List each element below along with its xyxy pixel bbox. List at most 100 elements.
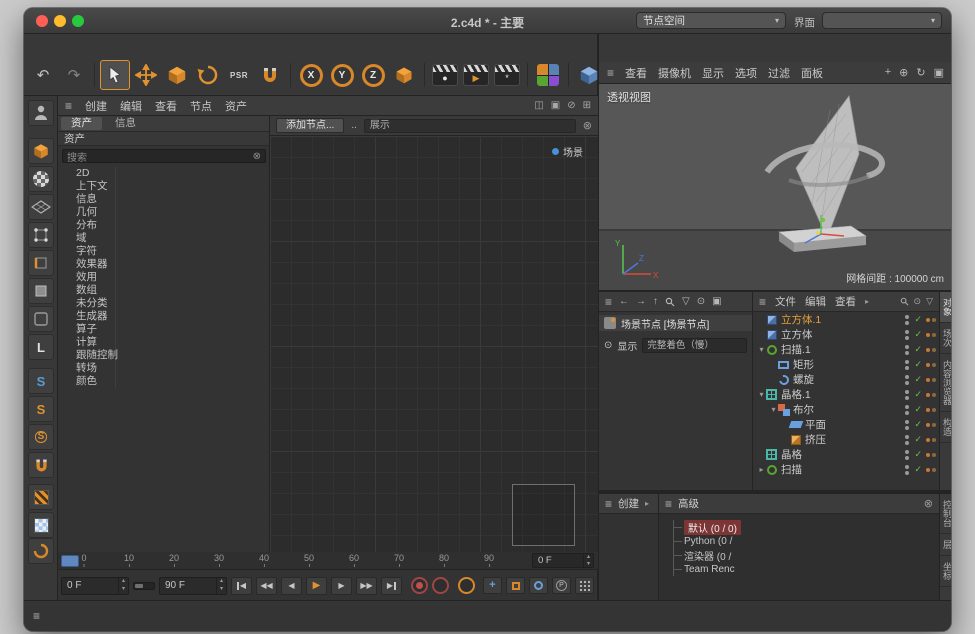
visibility-dots[interactable] (905, 360, 909, 370)
object-row[interactable]: 螺旋 ✓ (753, 372, 939, 387)
enabled-check-icon[interactable]: ✓ (914, 434, 922, 445)
rotate-view-icon[interactable]: ↻ (916, 66, 925, 79)
enabled-check-icon[interactable]: ✓ (914, 464, 922, 475)
object-row[interactable]: 立方体.1 ✓ (753, 312, 939, 327)
take-item[interactable]: 渲染器 (0 / (674, 548, 741, 562)
layer-dots[interactable] (926, 438, 936, 442)
next-frame-button[interactable]: ▶ (331, 577, 352, 595)
menu-icon[interactable]: ≡ (607, 66, 614, 80)
expand-arrow-icon[interactable]: ▸ (757, 465, 766, 474)
vp-menu-filter[interactable]: 过滤 (768, 65, 790, 81)
expand-arrow-icon[interactable]: ▾ (769, 405, 778, 414)
uv-mode-button[interactable] (28, 306, 54, 332)
pan-view-icon[interactable]: + (885, 66, 891, 79)
goto-start-button[interactable]: ◀ (231, 577, 252, 595)
autokey-button[interactable] (458, 577, 475, 594)
stepper[interactable]: ▴▾ (118, 578, 128, 594)
tab-structure[interactable]: 构造 (940, 412, 951, 443)
lock-icon[interactable]: ⊘ (567, 100, 575, 111)
slider-handle[interactable] (135, 584, 143, 588)
viewport[interactable]: 透视视图 Y X Z 网格间距 : 100000 cm (599, 84, 951, 290)
category-item[interactable]: 分布 (58, 219, 269, 232)
more-button[interactable]: .. (351, 120, 357, 131)
layer-dots[interactable] (926, 393, 936, 397)
tab-objects[interactable]: 对象 (940, 292, 951, 323)
menu-icon[interactable]: ≡ (33, 609, 40, 623)
visibility-dots[interactable] (905, 420, 909, 430)
next-key-button[interactable]: ▶▶ (356, 577, 377, 595)
category-item[interactable]: 未分类 (58, 297, 269, 310)
take-item[interactable]: 默认 (0 / 0) (674, 520, 741, 534)
maximize-view-icon[interactable]: ▣ (934, 66, 944, 79)
menu-overflow-icon[interactable]: ▸ (865, 297, 869, 306)
node-frame[interactable] (512, 484, 575, 546)
layer-dots[interactable] (926, 378, 936, 382)
current-frame-field[interactable]: 0 F ▴▾ (532, 553, 594, 568)
render-view-button[interactable]: ● (430, 60, 460, 90)
start-frame-field[interactable]: 0 F ▴▾ (61, 577, 129, 595)
filter-icon[interactable]: ▽ (926, 296, 933, 307)
expand-arrow-icon[interactable]: ▾ (757, 345, 766, 354)
move-tool[interactable] (131, 60, 161, 90)
stepper[interactable]: ▴▾ (583, 554, 593, 567)
close-icon[interactable]: ⊗ (924, 497, 933, 510)
points-mode-button[interactable] (28, 222, 54, 248)
play-button[interactable]: ▶ (306, 577, 327, 595)
category-item[interactable]: 颜色 (58, 375, 269, 388)
material-manager-button[interactable] (533, 60, 563, 90)
timeline-ruler[interactable]: 0 10 20 30 40 50 60 70 80 90 0 F ▴▾ (58, 552, 598, 570)
record-rotation-toggle[interactable] (529, 577, 548, 594)
enabled-check-icon[interactable]: ✓ (914, 389, 922, 400)
layer-dots[interactable] (926, 348, 936, 352)
target-icon[interactable]: ⊙ (697, 296, 705, 307)
model-mode-button[interactable] (28, 138, 54, 164)
vp-menu-display[interactable]: 显示 (702, 65, 724, 81)
texture-mode-button[interactable] (28, 166, 54, 192)
y-axis-lock-button[interactable]: Y (327, 60, 357, 90)
visibility-dots[interactable] (905, 375, 909, 385)
scene-node-row[interactable]: 场景节点 [场景节点] (599, 315, 752, 331)
object-row[interactable]: 平面 ✓ (753, 417, 939, 432)
visibility-dots[interactable] (905, 465, 909, 475)
enabled-check-icon[interactable]: ✓ (914, 344, 922, 355)
psr-tool[interactable]: PSR (224, 60, 254, 90)
category-item[interactable]: 几何 (58, 206, 269, 219)
category-item[interactable]: 上下文 (58, 180, 269, 193)
visibility-dots[interactable] (905, 450, 909, 460)
tab-content-browser[interactable]: 内容浏览器 (940, 354, 951, 412)
enable-axis-button[interactable]: L (28, 334, 54, 360)
zoom-view-icon[interactable]: ⊕ (899, 66, 908, 79)
category-item[interactable]: 域 (58, 232, 269, 245)
category-item[interactable]: 跟随控制 (58, 349, 269, 362)
category-item[interactable]: 转场 (58, 362, 269, 375)
object-row[interactable]: 矩形 ✓ (753, 357, 939, 372)
live-selection-tool[interactable] (100, 60, 130, 90)
take-item[interactable]: Python (0 / (674, 534, 741, 548)
menu-icon[interactable]: ≡ (65, 99, 72, 113)
node-editor-canvas[interactable]: 场景 (270, 136, 598, 552)
layer-dots[interactable] (926, 333, 936, 337)
interface-select[interactable]: ▾ (822, 12, 942, 29)
om-menu-view[interactable]: 查看 (835, 294, 856, 309)
menu-icon[interactable]: ≡ (605, 295, 612, 309)
layer-dots[interactable] (926, 408, 936, 412)
menu-view[interactable]: 查看 (155, 98, 177, 114)
previous-key-button[interactable]: ◀◀ (256, 577, 277, 595)
object-row[interactable]: 挤压 ✓ (753, 432, 939, 447)
object-row[interactable]: 晶格 ✓ (753, 447, 939, 462)
vp-menu-options[interactable]: 选项 (735, 65, 757, 81)
vp-menu-panel[interactable]: 面板 (801, 65, 823, 81)
vp-menu-view[interactable]: 查看 (625, 65, 647, 81)
goto-end-button[interactable]: ▶ (381, 577, 402, 595)
tab-layers[interactable]: 层 (940, 534, 951, 556)
object-row[interactable]: ▸ 扫描 ✓ (753, 462, 939, 477)
om-menu-file[interactable]: 文件 (775, 294, 796, 309)
enabled-check-icon[interactable]: ✓ (914, 359, 922, 370)
filter-icon[interactable]: ▽ (682, 296, 690, 307)
visibility-dots[interactable] (905, 345, 909, 355)
category-item[interactable]: 算子 (58, 323, 269, 336)
tab-console[interactable]: 控制台 (940, 494, 951, 534)
texture-paint-button[interactable] (28, 512, 54, 538)
category-item[interactable]: 计算 (58, 336, 269, 349)
tab-assets[interactable]: 资产 (61, 117, 102, 130)
